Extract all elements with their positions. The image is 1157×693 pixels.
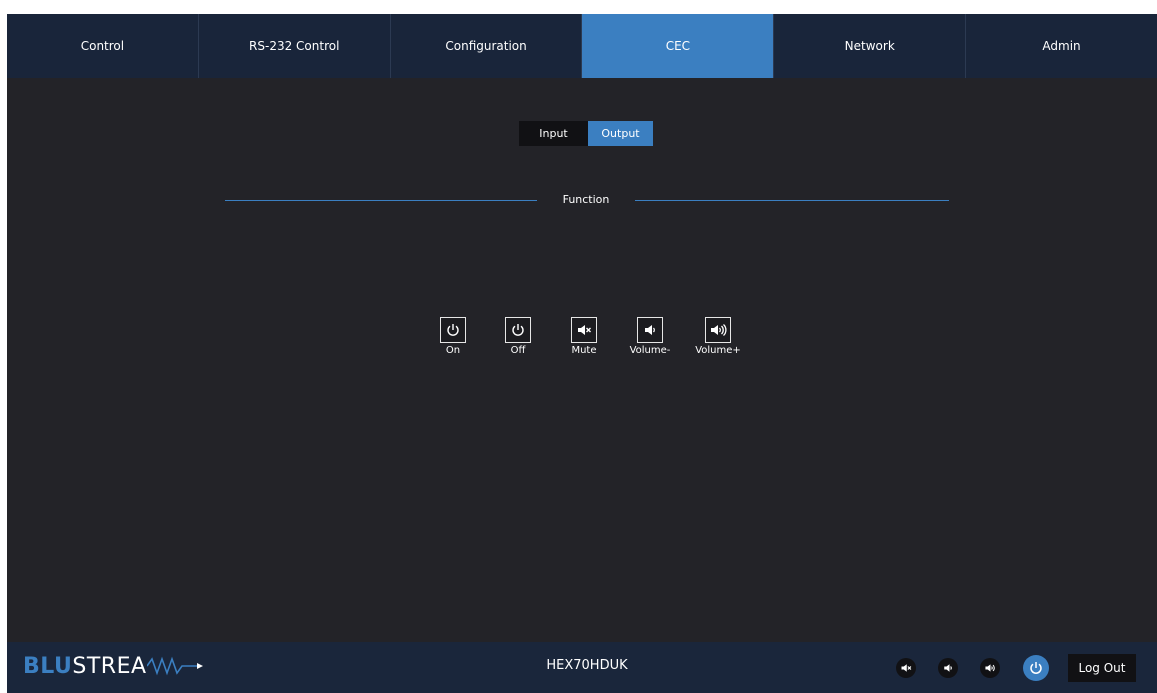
input-output-toggle: Input Output	[519, 121, 653, 146]
section-divider-left	[225, 200, 537, 201]
cec-mute-label: Mute	[571, 345, 597, 356]
volume-down-icon	[944, 664, 952, 672]
logo-text-stream: STREA	[72, 653, 147, 679]
power-icon	[440, 317, 466, 343]
blustream-logo: BLU STREA	[23, 653, 205, 679]
logo-wave-icon	[146, 656, 203, 676]
power-icon	[505, 317, 531, 343]
cec-volume-up-label: Volume+	[695, 345, 741, 356]
cec-volume-down-button[interactable]: Volume-	[620, 317, 680, 356]
app-frame: Control RS-232 Control Configuration CEC…	[7, 14, 1157, 693]
tab-network[interactable]: Network	[774, 14, 967, 78]
cec-off-label: Off	[510, 345, 526, 356]
device-model-label: HEX70HDUK	[546, 658, 628, 673]
section-title: Function	[562, 193, 610, 206]
cec-on-button[interactable]: On	[423, 317, 483, 356]
speaker-mute-icon	[901, 664, 912, 672]
output-toggle-button[interactable]: Output	[588, 121, 653, 146]
volume-down-icon	[637, 317, 663, 343]
cec-volume-down-label: Volume-	[629, 345, 671, 356]
cec-on-label: On	[445, 345, 461, 356]
main-nav: Control RS-232 Control Configuration CEC…	[7, 14, 1157, 78]
footer-mute-button[interactable]	[896, 658, 916, 678]
footer-volume-down-button[interactable]	[938, 658, 958, 678]
volume-up-icon	[984, 664, 995, 672]
input-toggle-button[interactable]: Input	[519, 121, 588, 146]
footer-power-button[interactable]	[1023, 655, 1049, 681]
volume-up-icon	[705, 317, 731, 343]
cec-off-button[interactable]: Off	[488, 317, 548, 356]
tab-cec[interactable]: CEC	[582, 14, 775, 78]
footer-volume-up-button[interactable]	[980, 658, 1000, 678]
footer-bar: BLU STREA HEX70HDUK Log Out	[7, 642, 1157, 693]
power-icon	[1030, 662, 1042, 674]
cec-mute-button[interactable]: Mute	[554, 317, 614, 356]
tab-control[interactable]: Control	[7, 14, 199, 78]
section-divider-right	[635, 200, 949, 201]
logout-button[interactable]: Log Out	[1068, 654, 1136, 682]
speaker-mute-icon	[571, 317, 597, 343]
tab-configuration[interactable]: Configuration	[391, 14, 583, 78]
cec-volume-up-button[interactable]: Volume+	[688, 317, 748, 356]
logo-text-blu: BLU	[23, 653, 73, 679]
tab-rs232-control[interactable]: RS-232 Control	[199, 14, 391, 78]
tab-admin[interactable]: Admin	[966, 14, 1157, 78]
